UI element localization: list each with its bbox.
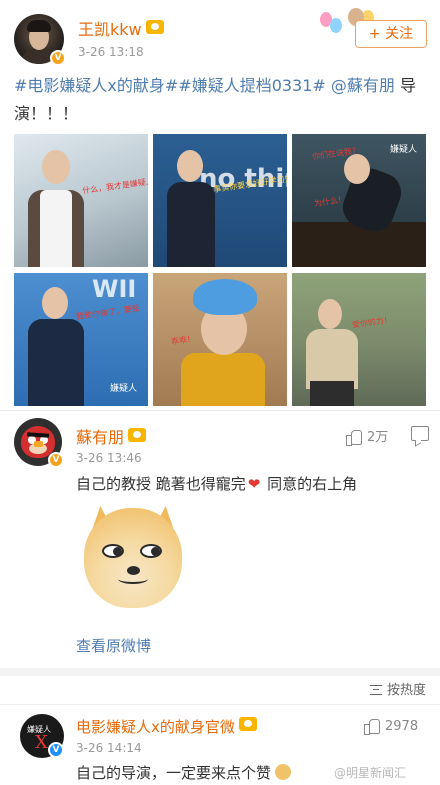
comment-timestamp: 3-26 14:14 (76, 741, 142, 755)
photo-caption: 我和你做了，要是 (75, 303, 141, 322)
photo-4[interactable]: WII 我和你做了，要是 嫌疑人 (14, 273, 148, 406)
thumbs-up-icon (364, 718, 380, 735)
verified-badge-icon: V (50, 50, 66, 66)
photo-6[interactable]: 爱你的力！ (292, 273, 426, 406)
photo-caption: 爱你的力！ (351, 315, 393, 330)
doge-sticker (84, 506, 182, 608)
like-count: 2978 (385, 719, 419, 734)
section-separator (0, 668, 440, 676)
comment-text: 自己的教授 跪著也得寵完 ❤ 同意的右上角 (76, 475, 358, 493)
sort-icon (369, 685, 382, 695)
shower-cap (193, 279, 257, 315)
view-original-link[interactable]: 查看原微博 (76, 635, 151, 656)
like-button[interactable]: 2万 (346, 426, 388, 446)
vip-crown-icon (128, 428, 147, 442)
verified-badge-icon: V (48, 742, 64, 758)
commenter-username[interactable]: 蘇有朋 (76, 424, 147, 448)
avatar-hair (27, 20, 51, 32)
vip-crown-icon (145, 20, 164, 34)
sort-by-hot-button[interactable]: 按热度 (369, 679, 426, 698)
post-timestamp: 3-26 13:18 (78, 45, 144, 59)
verified-badge-icon: V (48, 452, 64, 468)
divider (0, 704, 440, 705)
photo-caption: 乖乖！ (170, 334, 196, 347)
photo-2[interactable]: no thin ins. 事实你要求好好学习知识 (153, 134, 287, 267)
comment-timestamp: 3-26 13:46 (76, 451, 142, 465)
photo-5[interactable]: 乖乖！ (153, 273, 287, 406)
comment-text: 自己的导演，一定要来点个赞 (76, 762, 292, 783)
photo-grid: 什么，我才是嫌疑人吗 no thin ins. 事实你要求好好学习知识 你们在说… (14, 134, 426, 406)
vip-crown-icon (238, 717, 257, 731)
photo-3[interactable]: 你们在说我？ 为什么！ 嫌疑人 (292, 134, 426, 267)
reply-comment-icon[interactable] (411, 426, 429, 441)
sticker-icon (275, 764, 292, 780)
photo-watermark: 嫌疑人 (110, 384, 138, 394)
photo-watermark: 嫌疑人 (390, 145, 418, 155)
thumbs-up-icon (346, 429, 362, 446)
weibo-watermark: @明星新闻汇 (334, 766, 407, 780)
divider (0, 410, 440, 411)
mention-link[interactable]: @蘇有朋 (326, 76, 395, 95)
post-text: #电影嫌疑人x的献身##嫌疑人提档0331# @蘇有朋 导演！！！ (14, 72, 426, 128)
hashtag-link[interactable]: #电影嫌疑人x的献身##嫌疑人提档0331# (14, 76, 326, 95)
like-count: 2万 (367, 430, 389, 445)
photo-1[interactable]: 什么，我才是嫌疑人吗 (14, 134, 148, 267)
post-username[interactable]: 王凯kkw (78, 16, 164, 40)
photo-caption: 什么，我才是嫌疑人吗 (81, 175, 148, 196)
photo-overlay-text: WII (92, 275, 137, 303)
movie-logo-x: X (35, 732, 48, 753)
commenter-username[interactable]: 电影嫌疑人x的献身官微 (76, 716, 257, 737)
like-button[interactable]: 2978 (364, 718, 418, 738)
follow-button[interactable]: + 关注 (355, 20, 427, 48)
heart-emoji-icon: ❤ (247, 475, 261, 493)
sort-bar: 按热度 (0, 676, 440, 704)
post-header: V 王凯kkw 3-26 13:18 + 关注 (0, 0, 440, 70)
